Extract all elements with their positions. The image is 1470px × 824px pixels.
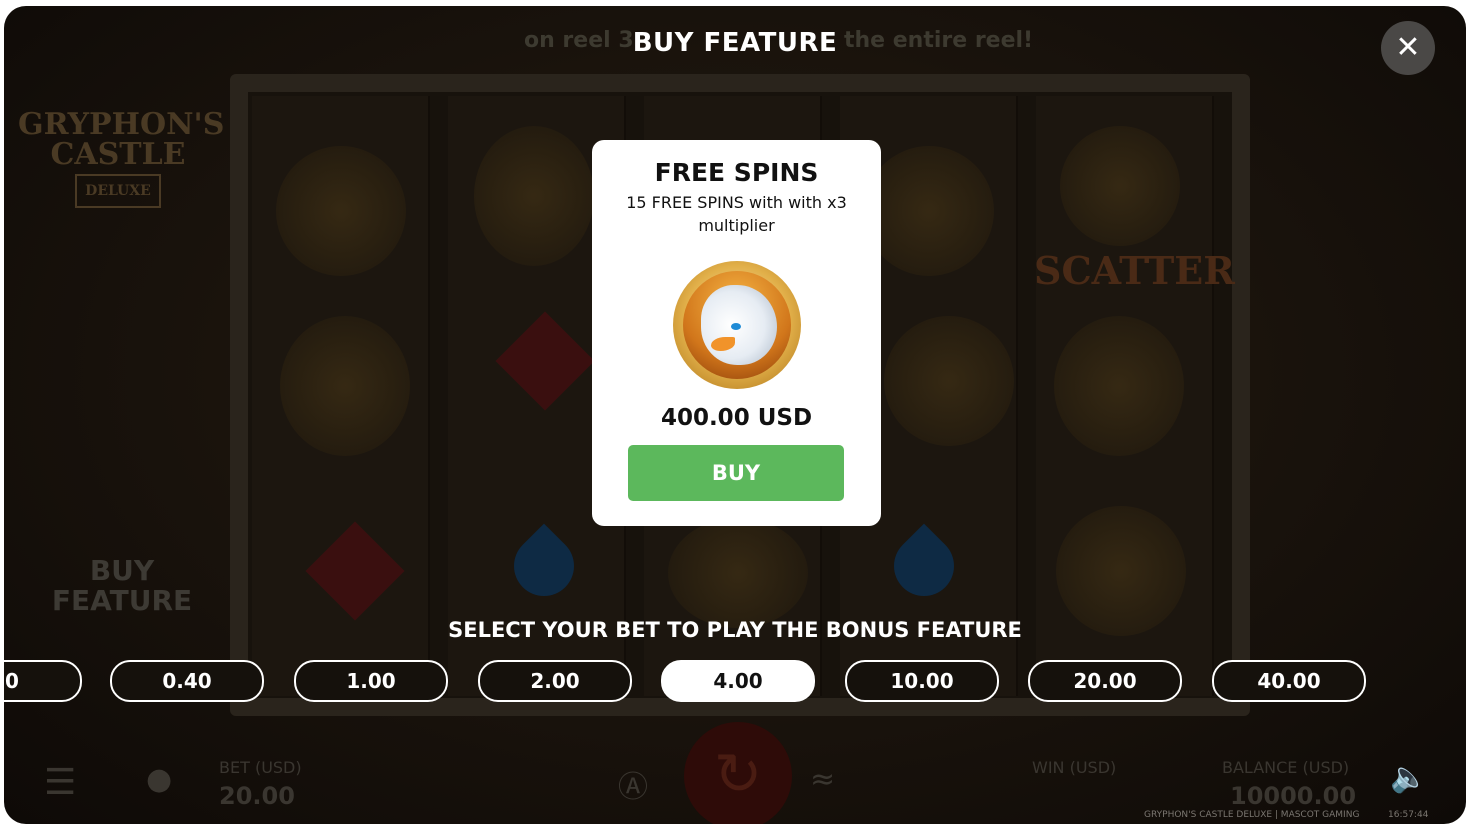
bet-option-selected[interactable]: 4.00 bbox=[661, 660, 815, 702]
bet-label: BET (USD) bbox=[219, 758, 302, 777]
free-spins-card: FREE SPINS 15 FREE SPINS with with x3 mu… bbox=[592, 140, 881, 526]
bet-option[interactable]: 20.00 bbox=[1028, 660, 1182, 702]
skull-symbol bbox=[276, 146, 406, 276]
dragon-eye-symbol bbox=[668, 518, 808, 628]
gryphon-medallion-icon bbox=[672, 261, 801, 389]
scatter-label: SCATTER bbox=[1034, 248, 1235, 293]
select-bet-prompt: SELECT YOUR BET TO PLAY THE BONUS FEATUR… bbox=[448, 618, 1022, 642]
bet-value: 20.00 bbox=[219, 782, 295, 810]
footer-game-name: GRYPHON'S CASTLE DELUXE | MASCOT GAMING bbox=[1144, 810, 1360, 820]
bet-option[interactable]: 0.40 bbox=[110, 660, 264, 702]
bet-option[interactable]: 1.00 bbox=[294, 660, 448, 702]
balance-value: 10000.00 bbox=[1230, 782, 1357, 810]
goblet-symbol bbox=[884, 316, 1014, 446]
sound-icon[interactable]: 🔈 bbox=[1390, 760, 1427, 795]
gryphon-ring-symbol bbox=[280, 316, 410, 456]
overlay-title: BUY FEATURE bbox=[632, 28, 838, 58]
coins-icon[interactable]: ● bbox=[146, 762, 172, 797]
buy-button[interactable]: BUY bbox=[628, 445, 844, 501]
card-description: 15 FREE SPINS with with x3 multiplier bbox=[626, 193, 847, 235]
game-logo: GRYPHON'S CASTLE DELUXE bbox=[18, 107, 225, 208]
bet-option[interactable]: 20 bbox=[4, 660, 82, 702]
menu-icon[interactable]: ☰ bbox=[44, 762, 76, 803]
footer-clock: 16:57:44 bbox=[1388, 810, 1429, 820]
dragon-eye-symbol bbox=[1056, 506, 1186, 636]
buy-feature-side-button[interactable]: BUY FEATURE bbox=[42, 556, 202, 616]
turbo-icon[interactable]: ≈ bbox=[810, 762, 835, 797]
card-heading: FREE SPINS bbox=[654, 158, 819, 187]
game-frame: on reel 3 the entire reel! GRYPHON'S CAS… bbox=[4, 6, 1466, 824]
logo-subtitle: DELUXE bbox=[75, 174, 161, 208]
close-icon[interactable]: ✕ bbox=[1381, 21, 1435, 75]
logo-title: GRYPHON'S CASTLE bbox=[18, 107, 225, 172]
bet-selector: 20 0.40 1.00 2.00 4.00 10.00 20.00 40.00 bbox=[4, 660, 1466, 704]
card-price: 400.00 USD bbox=[660, 405, 813, 431]
shield-symbol bbox=[1060, 126, 1180, 246]
dragon-eye-symbol bbox=[864, 146, 994, 276]
balance-label: BALANCE (USD) bbox=[1222, 758, 1350, 777]
bet-option[interactable]: 2.00 bbox=[478, 660, 632, 702]
win-label: WIN (USD) bbox=[1032, 758, 1117, 777]
goblet-symbol bbox=[474, 126, 594, 266]
bet-option[interactable]: 10.00 bbox=[845, 660, 999, 702]
bet-option[interactable]: 40.00 bbox=[1212, 660, 1366, 702]
gryphon-ring-symbol bbox=[1054, 316, 1184, 456]
autoplay-icon[interactable]: Ⓐ bbox=[618, 762, 648, 806]
spin-button[interactable]: ↻ bbox=[684, 722, 792, 824]
